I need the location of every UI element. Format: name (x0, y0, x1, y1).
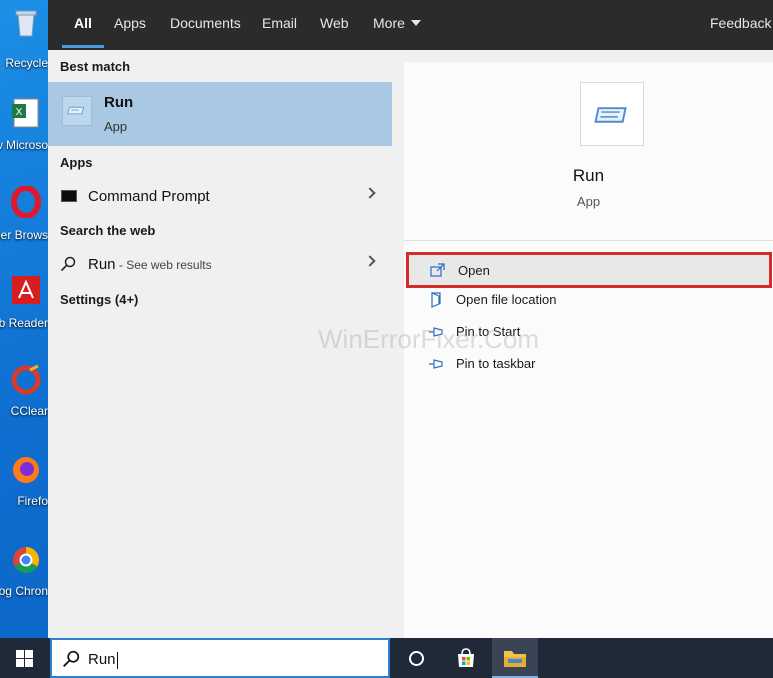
result-label: Command Prompt (88, 188, 210, 205)
cortana-icon (409, 651, 424, 666)
divider (404, 240, 773, 241)
taskbar: Run (0, 638, 773, 678)
search-web-heading: Search the web (60, 223, 156, 238)
action-open-file-location-label: Open file location (456, 292, 557, 307)
desktop-icon-chrome[interactable]: Goog Chron (0, 544, 48, 614)
action-open-file-location[interactable]: Open file location (404, 284, 773, 316)
acrobat-icon (12, 276, 40, 304)
preview-title: Run (572, 166, 605, 185)
action-open[interactable]: Open (406, 252, 772, 288)
run-app-large-icon (580, 82, 644, 146)
search-icon (63, 650, 80, 667)
desktop-icon-recycle-bin[interactable]: Recycle (0, 6, 48, 70)
result-web-search[interactable]: Run - See web results (48, 247, 392, 281)
search-panel: All Apps Documents Email Web More Feedba… (48, 0, 773, 638)
tab-more[interactable]: More (373, 0, 421, 50)
best-match-subtitle: App (104, 119, 128, 134)
apps-heading: Apps (60, 155, 93, 170)
tab-all[interactable]: All (62, 0, 104, 50)
svg-text:X: X (16, 107, 23, 118)
tab-documents[interactable]: Documents (170, 0, 241, 50)
search-input[interactable]: Run (88, 651, 118, 669)
result-command-prompt[interactable]: Command Prompt (48, 179, 392, 213)
settings-heading[interactable]: Settings (4+) (60, 292, 138, 307)
text-cursor (116, 651, 118, 669)
file-explorer-icon (504, 651, 526, 667)
chevron-right-icon[interactable] (364, 255, 376, 267)
action-pin-to-start[interactable]: Pin to Start (404, 316, 773, 348)
ccleaner-icon (11, 364, 41, 395)
store-button[interactable] (444, 638, 490, 678)
file-explorer-button[interactable] (492, 638, 538, 678)
desktop-icon-acrobat[interactable]: Acrob Reader (0, 274, 48, 344)
pin-icon (429, 359, 443, 369)
cortana-button[interactable] (394, 638, 440, 678)
opera-icon (11, 186, 41, 218)
results-list: Best match Run App Apps Command Prompt S… (48, 50, 392, 638)
store-icon (458, 648, 474, 667)
pin-icon (429, 327, 443, 337)
best-match-title: Run (104, 94, 134, 111)
desktop-icon-excel[interactable]: X New Microso (0, 96, 48, 166)
desktop-icon-firefox[interactable]: Firefo (0, 454, 48, 510)
search-icon (60, 256, 76, 272)
action-pin-to-taskbar[interactable]: Pin to taskbar (404, 348, 773, 380)
best-match-result[interactable]: Run App (48, 82, 392, 146)
search-tabs-bar: All Apps Documents Email Web More Feedba… (48, 0, 773, 50)
preview-subtitle: App (576, 194, 601, 209)
run-app-icon (62, 96, 92, 126)
tab-web[interactable]: Web (320, 0, 349, 50)
tab-email[interactable]: Email (262, 0, 297, 50)
web-result-text: Run - See web results (88, 256, 212, 273)
tab-more-label: More (373, 15, 405, 31)
open-icon (430, 263, 445, 277)
web-query: Run (88, 256, 116, 273)
taskbar-search-box[interactable]: Run (50, 638, 390, 678)
file-location-icon (431, 292, 441, 308)
firefox-icon (13, 457, 39, 483)
excel-icon: X (12, 98, 39, 128)
recycle-bin-icon (15, 10, 37, 37)
chrome-icon (13, 546, 40, 574)
feedback-link[interactable]: Feedback (710, 0, 771, 50)
chevron-down-icon (410, 20, 421, 27)
action-pin-to-taskbar-label: Pin to taskbar (456, 356, 536, 371)
action-pin-to-start-label: Pin to Start (456, 324, 521, 339)
preview-pane: Run App Open Open file location Pin to S… (404, 62, 773, 638)
search-input-value: Run (88, 651, 116, 668)
desktop-icon-ccleaner[interactable]: CClear (0, 364, 48, 420)
start-button[interactable] (0, 638, 48, 678)
action-open-label: Open (458, 263, 490, 278)
command-prompt-icon (61, 190, 77, 202)
desktop-icon-label: New Microso (0, 138, 48, 152)
windows-start-icon (16, 650, 33, 667)
tab-apps[interactable]: Apps (114, 0, 146, 50)
web-suffix: - See web results (115, 258, 212, 272)
chevron-right-icon[interactable] (364, 187, 376, 199)
desktop-icon-opera[interactable]: Oper Brows (0, 186, 48, 256)
best-match-heading: Best match (60, 59, 131, 74)
